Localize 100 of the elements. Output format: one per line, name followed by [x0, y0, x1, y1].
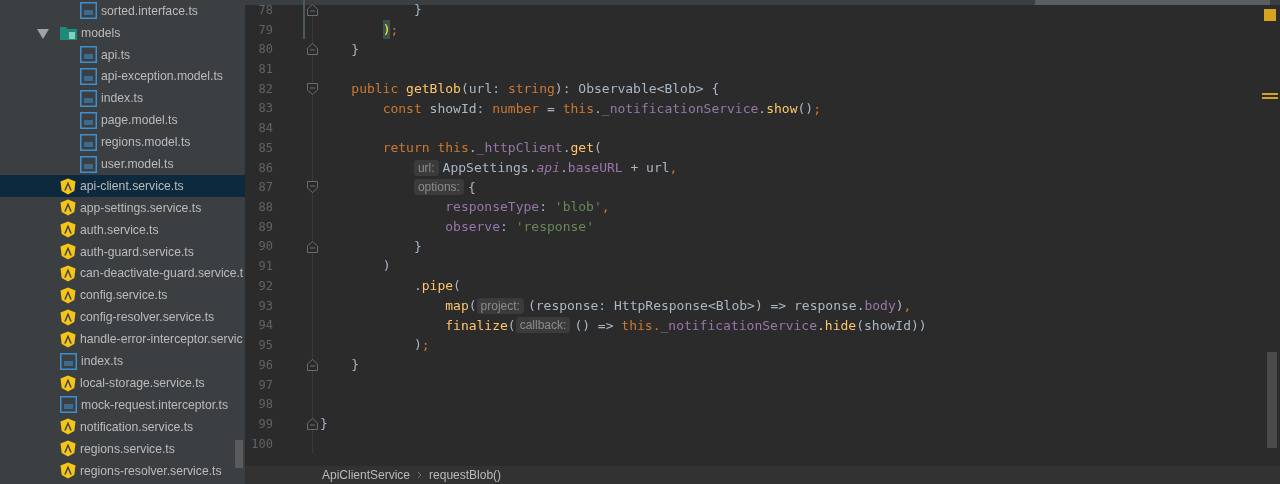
file-name: models [81, 24, 121, 42]
file-tree-item[interactable]: index.ts [0, 350, 245, 373]
file-name: auth-guard.service.ts [80, 243, 194, 261]
file-tree-item[interactable]: can-deactivate-guard.service.t [0, 262, 245, 285]
file-tree-item[interactable]: config.service.ts [0, 284, 245, 307]
angular-file-icon [60, 330, 76, 348]
typescript-file-icon [80, 90, 97, 107]
file-tree-item[interactable]: notification.service.ts [0, 415, 245, 438]
code-token: () => [574, 316, 614, 335]
file-name: app-settings.service.ts [80, 199, 202, 217]
typescript-file-icon [80, 2, 97, 20]
file-name: auth.service.ts [80, 221, 159, 239]
file-name: config.service.ts [80, 287, 168, 305]
code-token: } [351, 356, 360, 375]
file-name: regions.model.ts [101, 134, 191, 152]
angular-file-icon [60, 265, 76, 283]
code-token: 'blob' [554, 198, 602, 217]
file-tree-item[interactable]: sorted.interface.ts [0, 0, 245, 22]
angular-file-icon [60, 308, 76, 326]
file-tree-item[interactable]: user.model.ts [0, 153, 245, 176]
file-name: api.ts [101, 46, 131, 64]
code-token: ) [413, 336, 422, 355]
code-token: ( [468, 296, 477, 315]
line-number: 100 [250, 435, 273, 453]
line-number: 86 [257, 159, 273, 177]
typescript-file-icon [80, 111, 97, 129]
line-number: 98 [257, 396, 273, 414]
line-number: 87 [257, 179, 273, 197]
file-tree-item[interactable]: local-storage.service.ts [0, 372, 245, 395]
file-tree-item[interactable]: mock-request.interceptor.ts [0, 394, 245, 416]
fold-marker-icon[interactable] [307, 240, 318, 253]
file-tree-item[interactable]: config-resolver.service.ts [0, 306, 245, 329]
file-tree-item[interactable]: api.ts [0, 43, 245, 66]
chevron-icon [417, 471, 423, 479]
line-number: 79 [257, 21, 273, 39]
fold-marker-icon[interactable] [307, 82, 318, 95]
code-token: + url [630, 158, 670, 177]
fold-marker-icon[interactable] [307, 4, 318, 16]
file-tree-item[interactable]: models [0, 21, 245, 44]
parameter-hint: url: [413, 159, 439, 176]
file-name: regions-resolver.service.ts [80, 462, 222, 480]
line-number: 94 [257, 317, 273, 335]
fold-marker-icon[interactable] [307, 418, 318, 431]
code-token: ) [895, 296, 904, 315]
line-number: 99 [257, 415, 273, 433]
line-number: 83 [257, 100, 273, 118]
code-token: . [594, 99, 602, 118]
line-number: 88 [257, 199, 273, 217]
typescript-file-icon [60, 352, 77, 370]
breadcrumb-link[interactable]: ApiClientService [322, 466, 411, 484]
file-tree-item[interactable]: handle-error-interceptor.servic [0, 328, 245, 351]
code-token: getBlob [406, 80, 461, 98]
code-token: : [539, 198, 547, 217]
code-token: pipe [421, 277, 454, 296]
file-tree-item[interactable]: regions.service.ts [0, 437, 245, 460]
code-token: ) [382, 257, 391, 276]
code-token: , [903, 296, 912, 315]
file-tree-item[interactable]: api-exception.model.ts [0, 65, 245, 88]
file-tree-item[interactable]: app-settings.service.ts [0, 197, 245, 219]
code-token: this. [621, 316, 661, 335]
line-number: 90 [257, 238, 273, 256]
file-tree-item[interactable]: index.ts [0, 87, 245, 110]
line-number: 92 [257, 277, 273, 295]
code-token: : [500, 218, 508, 236]
file-name: mock-request.interceptor.ts [81, 396, 228, 414]
angular-file-icon [60, 374, 76, 392]
code-token: string [507, 80, 555, 98]
file-tree-item[interactable]: auth-guard.service.ts [0, 240, 245, 263]
line-number: 91 [257, 258, 273, 276]
angular-file-icon [60, 287, 76, 304]
scrollbar-thumb[interactable] [235, 440, 243, 468]
expand-arrow-icon[interactable] [37, 28, 49, 39]
file-tree-item[interactable]: api-client.service.ts [0, 175, 245, 197]
code-token: 'response' [515, 218, 594, 236]
file-tree-item[interactable]: auth.service.ts [0, 218, 245, 241]
code-token: this [562, 99, 594, 118]
code-token: , [601, 198, 610, 217]
code-token: observe [445, 218, 501, 236]
scrollbar-thumb[interactable] [1267, 352, 1277, 448]
parameter-hint: options: [413, 179, 464, 196]
code-token: baseURL [567, 158, 623, 177]
code-token: . [413, 277, 422, 296]
code-token: number [492, 99, 540, 118]
code-token: AppSettings. [442, 158, 537, 177]
file-name: handle-error-interceptor.servic [80, 331, 243, 349]
code-token: . [758, 99, 767, 118]
fold-marker-icon[interactable] [307, 181, 318, 194]
file-tree-item[interactable]: regions-resolver.service.ts [0, 459, 245, 482]
file-tree-item[interactable]: regions.model.ts [0, 131, 245, 154]
warning-marker [1264, 9, 1276, 21]
code-token: { [467, 178, 476, 197]
breadcrumb-link[interactable]: requestBlob() [429, 466, 502, 484]
file-tree-item[interactable]: page.model.ts [0, 109, 245, 132]
fold-marker-icon[interactable] [307, 358, 318, 371]
code-token: () [797, 99, 814, 118]
error-stripe-mark [1262, 93, 1278, 99]
fold-marker-icon[interactable] [307, 43, 318, 56]
file-name: notification.service.ts [80, 418, 194, 436]
angular-file-icon [60, 418, 76, 436]
scrollbar-thumb[interactable] [1035, 0, 1270, 5]
